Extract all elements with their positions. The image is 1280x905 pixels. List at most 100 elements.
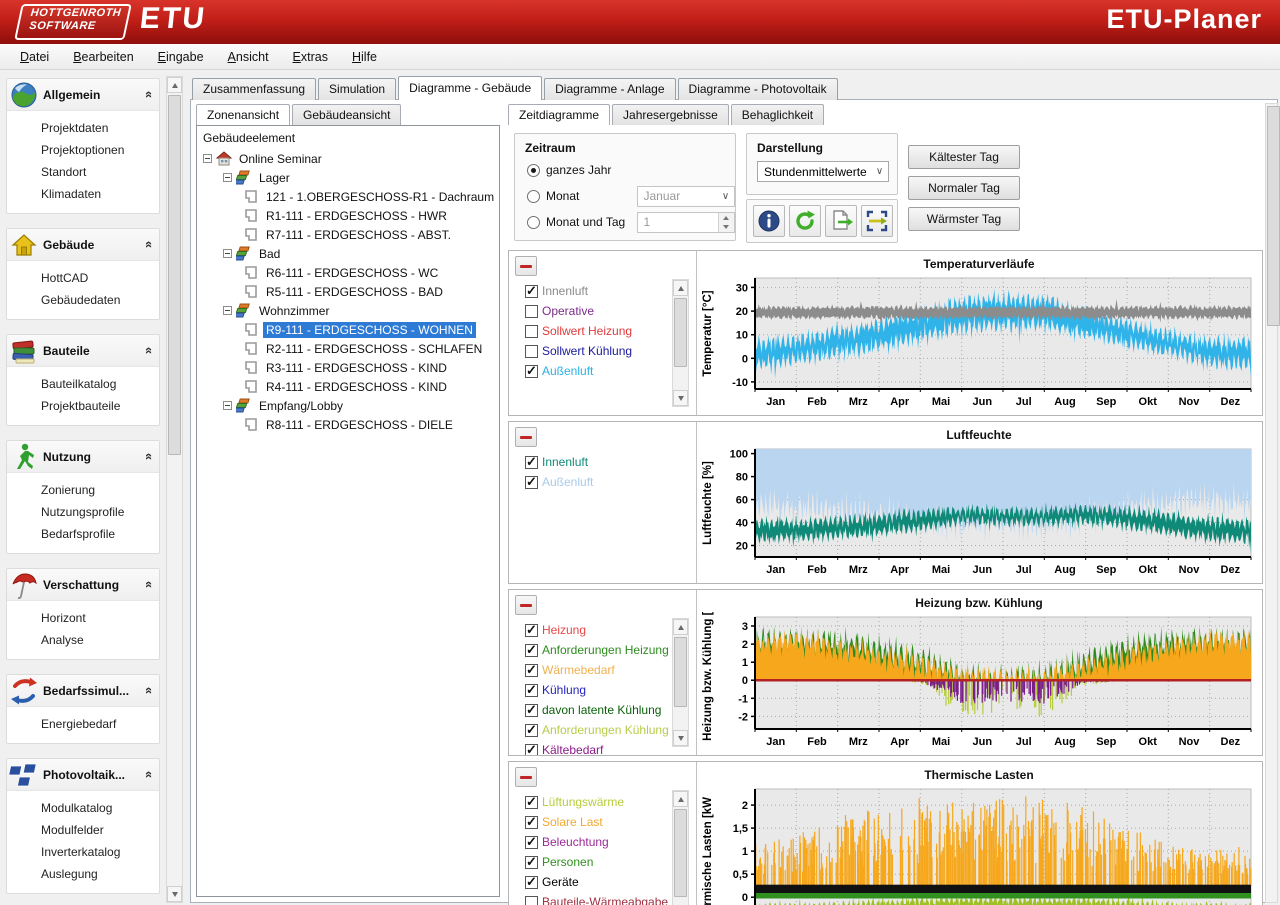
scroll-up-icon[interactable] [167,77,182,93]
radio-monat[interactable] [527,190,540,203]
legend-scrollbar[interactable] [672,618,689,747]
sidebar-item-inverterkatalog[interactable]: Inverterkatalog [7,841,159,863]
menu-hilfe[interactable]: Hilfe [340,47,389,67]
tab-zusammenfassung[interactable]: Zusammenfassung [192,78,316,100]
tree-row-bad[interactable]: Bad [197,244,499,263]
legend-checkbox-heizung[interactable] [525,624,538,637]
legend-checkbox-sollwert-heizung[interactable] [525,325,538,338]
tree-collapse-icon[interactable] [223,249,232,258]
tree-row-r9-111-erdgeschoss-wohnen[interactable]: R9-111 - ERDGESCHOSS - WOHNEN [197,320,499,339]
legend-checkbox-kühlung[interactable] [525,684,538,697]
sidebar-group-header-photovoltaik[interactable]: Photovoltaik...« [7,759,159,791]
remove-chart-button[interactable] [515,427,537,447]
remove-chart-button[interactable] [515,595,537,615]
tab-jahresergebnisse[interactable]: Jahresergebnisse [612,104,729,125]
kaeltester-tag-button[interactable]: Kältester Tag [908,145,1020,169]
tree-row-online-seminar[interactable]: Online Seminar [197,149,499,168]
collapse-chevron-icon[interactable]: « [142,581,157,588]
legend-checkbox-außenluft[interactable] [525,365,538,378]
tab-simulation[interactable]: Simulation [318,78,396,100]
refresh-button[interactable] [789,205,821,237]
tree-row-wohnzimmer[interactable]: Wohnzimmer [197,301,499,320]
darstellung-dropdown[interactable]: Stundenmittelwerte ∨ [757,161,889,182]
menu-eingabe[interactable]: Eingabe [146,47,216,67]
sidebar-group-header-verschattung[interactable]: Verschattung« [7,569,159,601]
legend-checkbox-operative[interactable] [525,305,538,318]
legend-checkbox-anforderungen-kühlung[interactable] [525,724,538,737]
scroll-down-icon[interactable] [673,730,688,746]
radio-monat-und-tag[interactable] [527,216,540,229]
tree-collapse-icon[interactable] [223,306,232,315]
legend-checkbox-kältebedarf[interactable] [525,744,538,757]
tree-row-r4-111-erdgeschoss-kind[interactable]: R4-111 - ERDGESCHOSS - KIND [197,377,499,396]
spinner-up-icon[interactable] [719,213,734,223]
sidebar-item-zonierung[interactable]: Zonierung [7,479,159,501]
legend-scrollbar[interactable] [672,790,689,905]
collapse-chevron-icon[interactable]: « [142,91,157,98]
scrollbar-thumb[interactable] [1267,106,1280,326]
legend-checkbox-innenluft[interactable] [525,456,538,469]
collapse-chevron-icon[interactable]: « [142,771,157,778]
legend-checkbox-solare-last[interactable] [525,816,538,829]
tree-row-r5-111-erdgeschoss-bad[interactable]: R5-111 - ERDGESCHOSS - BAD [197,282,499,301]
sidebar-item-modulfelder[interactable]: Modulfelder [7,819,159,841]
legend-checkbox-innenluft[interactable] [525,285,538,298]
legend-checkbox-wärmebedarf[interactable] [525,664,538,677]
scrollbar-thumb[interactable] [674,809,687,897]
legend-checkbox-außenluft[interactable] [525,476,538,489]
monat-dropdown[interactable]: Januar ∨ [637,186,736,207]
scroll-down-icon[interactable] [167,886,182,902]
tree-collapse-icon[interactable] [223,401,232,410]
legend-scrollbar[interactable] [672,279,689,407]
legend-checkbox-personen[interactable] [525,856,538,869]
export-button[interactable] [825,205,857,237]
sidebar-item-gebäudedaten[interactable]: Gebäudedaten [7,289,159,311]
sidebar-item-klimadaten[interactable]: Klimadaten [7,183,159,205]
legend-checkbox-bauteile-wärmeabgabe[interactable] [525,896,538,905]
scroll-up-icon[interactable] [673,619,688,635]
sidebar-item-bedarfsprofile[interactable]: Bedarfsprofile [7,523,159,545]
sidebar-item-auslegung[interactable]: Auslegung [7,863,159,885]
tree-row-empfang-lobby[interactable]: Empfang/Lobby [197,396,499,415]
tab-diagramme-anlage[interactable]: Diagramme - Anlage [544,78,675,100]
menu-ansicht[interactable]: Ansicht [216,47,281,67]
tree-row-r2-111-erdgeschoss-schlafen[interactable]: R2-111 - ERDGESCHOSS - SCHLAFEN [197,339,499,358]
sidebar-scrollbar[interactable] [166,76,183,903]
legend-checkbox-beleuchtung[interactable] [525,836,538,849]
tree-row-r8-111-erdgeschoss-diele[interactable]: R8-111 - ERDGESCHOSS - DIELE [197,415,499,434]
sidebar-item-projektoptionen[interactable]: Projektoptionen [7,139,159,161]
sidebar-item-nutzungsprofile[interactable]: Nutzungsprofile [7,501,159,523]
sidebar-item-bauteilkatalog[interactable]: Bauteilkatalog [7,373,159,395]
waermster-tag-button[interactable]: Wärmster Tag [908,207,1020,231]
menu-bearbeiten[interactable]: Bearbeiten [61,47,145,67]
sidebar-item-projektdaten[interactable]: Projektdaten [7,117,159,139]
menu-extras[interactable]: Extras [281,47,340,67]
tree-row-r3-111-erdgeschoss-kind[interactable]: R3-111 - ERDGESCHOSS - KIND [197,358,499,377]
sidebar-item-projektbauteile[interactable]: Projektbauteile [7,395,159,417]
sidebar-group-header-bauteile[interactable]: Bauteile« [7,335,159,367]
tab-zeitdiagramme[interactable]: Zeitdiagramme [508,104,610,125]
collapse-chevron-icon[interactable]: « [142,241,157,248]
sidebar-item-modulkatalog[interactable]: Modulkatalog [7,797,159,819]
collapse-chevron-icon[interactable]: « [142,687,157,694]
legend-checkbox-geräte[interactable] [525,876,538,889]
scroll-up-icon[interactable] [673,791,688,807]
remove-chart-button[interactable] [515,767,537,787]
collapse-chevron-icon[interactable]: « [142,347,157,354]
fit-view-button[interactable] [861,205,893,237]
scrollbar-thumb[interactable] [168,95,181,455]
sidebar-item-standort[interactable]: Standort [7,161,159,183]
tab-diagramme-gebäude[interactable]: Diagramme - Gebäude [398,76,542,100]
tree-row-r6-111-erdgeschoss-wc[interactable]: R6-111 - ERDGESCHOSS - WC [197,263,499,282]
right-panel-scrollbar[interactable] [1265,103,1278,903]
menu-datei[interactable]: Datei [8,47,61,67]
sidebar-group-header-allgemein[interactable]: Allgemein« [7,79,159,111]
normaler-tag-button[interactable]: Normaler Tag [908,176,1020,200]
spinner-down-icon[interactable] [719,222,734,232]
sidebar-item-analyse[interactable]: Analyse [7,629,159,651]
scroll-down-icon[interactable] [673,390,688,406]
tree-row-r7-111-erdgeschoss-abst[interactable]: R7-111 - ERDGESCHOSS - ABST. [197,225,499,244]
tag-spinner[interactable]: 1 [637,212,736,233]
collapse-chevron-icon[interactable]: « [142,453,157,460]
legend-checkbox-davon-latente-kühlung[interactable] [525,704,538,717]
